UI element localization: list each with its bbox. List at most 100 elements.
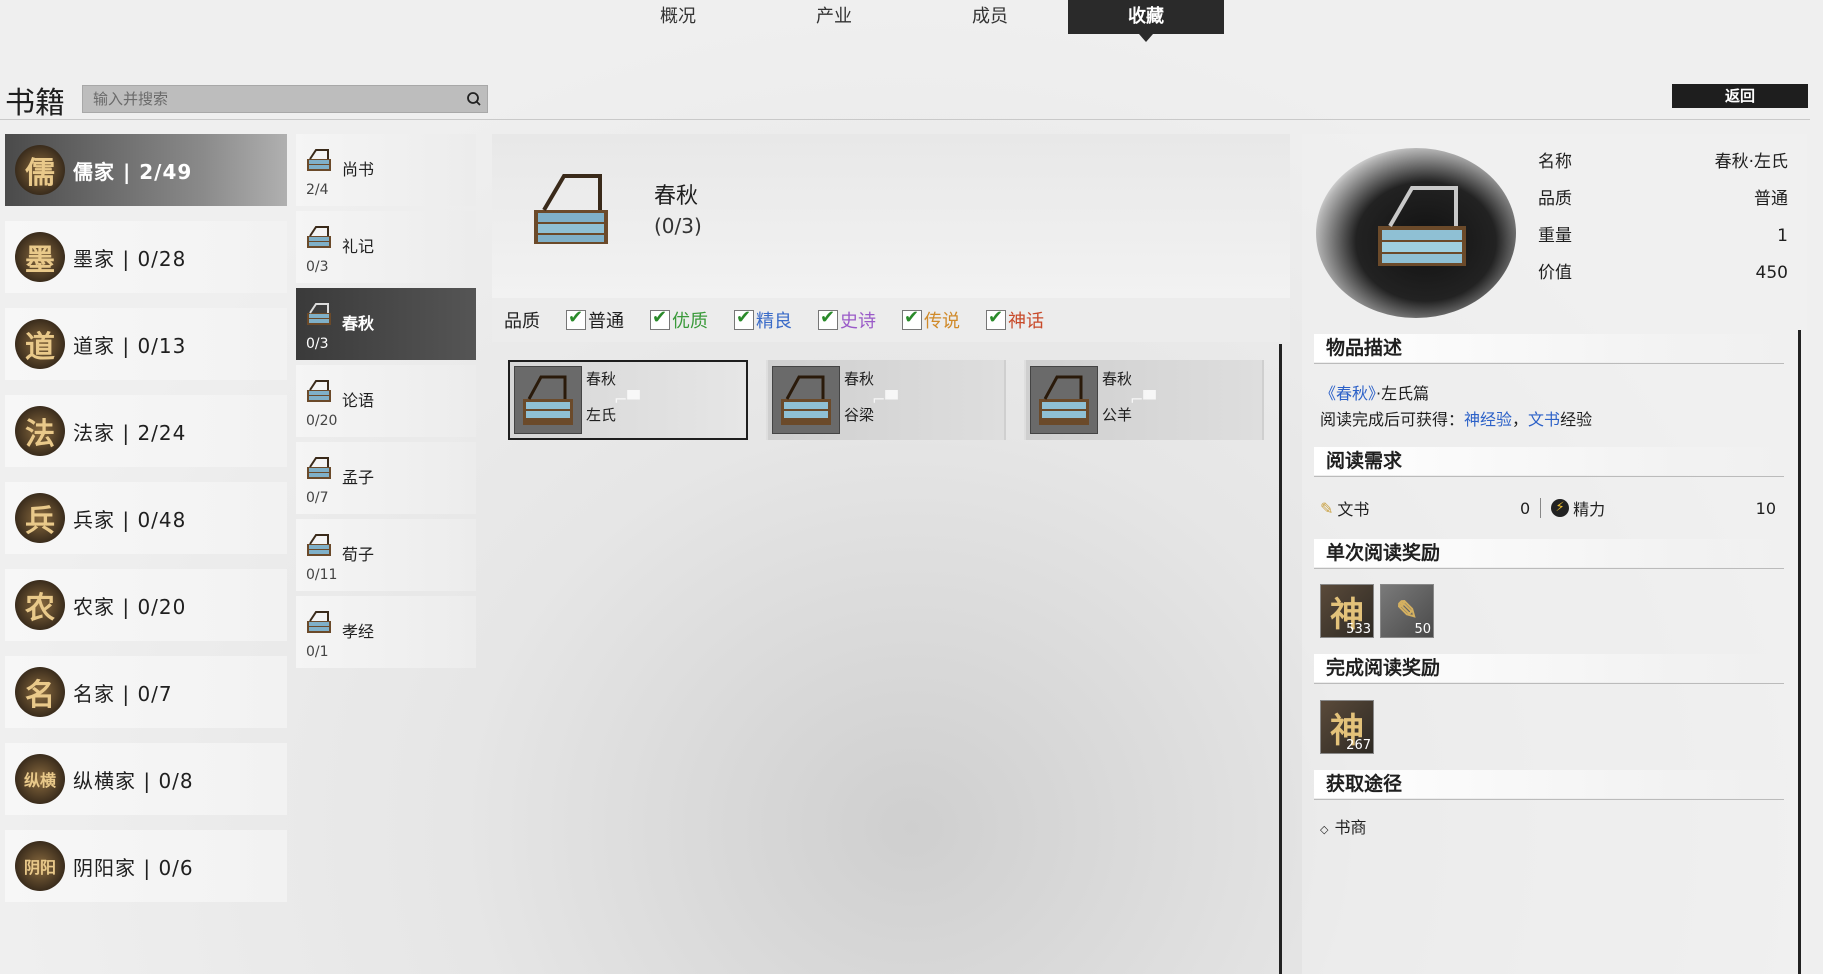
quality-filter-fine[interactable]: 优质	[650, 307, 708, 333]
school-item[interactable]: 墨墨家 | 0/28	[5, 221, 287, 293]
school-emblem-icon: 道	[15, 319, 65, 369]
school-item[interactable]: 道道家 | 0/13	[5, 308, 287, 380]
quality-filter-common[interactable]: 普通	[566, 307, 624, 333]
bookcase-thumbnail-icon	[1030, 366, 1098, 434]
prop-row: 品质 普通	[1538, 181, 1788, 218]
req-value: 10	[1755, 498, 1777, 518]
prop-key: 重量	[1538, 226, 1572, 246]
top-tab-bar: 概况 产业 成员 收藏	[600, 0, 1224, 42]
quality-filter-label: 史诗	[840, 311, 876, 332]
book-item[interactable]: 春秋 0/3	[296, 288, 476, 360]
book-name: 春秋	[342, 314, 375, 333]
school-emblem-icon: 兵	[15, 493, 65, 543]
search-icon[interactable]	[461, 86, 487, 112]
book-item[interactable]: 孟子 0/7	[296, 442, 476, 514]
book-name: 尚书	[342, 160, 375, 179]
volume-name: 公羊	[1102, 406, 1133, 424]
quality-filter-label: 普通	[588, 311, 624, 332]
quality-filter-epic[interactable]: 史诗	[818, 307, 876, 333]
checkbox[interactable]	[902, 307, 922, 330]
school-item[interactable]: 法法家 | 2/24	[5, 395, 287, 467]
tab-collection[interactable]: 收藏	[1068, 0, 1224, 42]
book-item[interactable]: 孝经 0/1	[296, 596, 476, 668]
desc-text: 阅读完成后可获得：	[1320, 410, 1465, 429]
book-count: 0/1	[306, 644, 329, 660]
book-count: 0/7	[306, 490, 329, 506]
book-item[interactable]: 荀子 0/11	[296, 519, 476, 591]
prop-row: 名称 春秋·左氏	[1538, 144, 1788, 181]
tab-members[interactable]: 成员	[912, 0, 1068, 34]
prop-key: 价值	[1538, 263, 1572, 283]
volume-title: 春秋	[586, 370, 617, 388]
checkbox[interactable]	[650, 307, 670, 330]
source-label: 书商	[1334, 818, 1367, 837]
quality-filter-superior[interactable]: 精良	[734, 307, 792, 333]
volume-card[interactable]: 春秋 ⌐▀ 公羊	[1024, 360, 1264, 440]
diamond-bullet-icon: ◇	[1320, 823, 1329, 836]
scrollbar[interactable]	[1798, 330, 1801, 974]
prop-row: 价值 450	[1538, 255, 1788, 292]
school-list: 儒儒家 | 2/49 墨墨家 | 0/28 道道家 | 0/13 法法家 | 2…	[5, 134, 287, 917]
prop-value: 450	[1755, 263, 1788, 283]
school-item[interactable]: 农农家 | 0/20	[5, 569, 287, 641]
book-list: 尚书 2/4 礼记 0/3 春秋 0/3 论语 0/20 孟子 0/7 荀子 0/11 孝经…	[296, 134, 476, 673]
school-label: 纵横家 | 0/8	[73, 768, 194, 793]
tab-overview[interactable]: 概况	[600, 0, 756, 34]
reward-amount: 50	[1414, 622, 1431, 637]
ink-bird-icon: ⌐▀	[614, 390, 640, 409]
book-item[interactable]: 尚书 2/4	[296, 134, 476, 206]
writing-skill-icon: ✎	[1320, 498, 1334, 518]
reward-amount: 267	[1346, 738, 1371, 753]
scrollbar[interactable]	[1279, 344, 1282, 974]
school-label: 名家 | 0/7	[73, 681, 173, 706]
back-button[interactable]: 返回	[1672, 84, 1808, 108]
quality-filter-label: 精良	[756, 311, 792, 332]
exp-link[interactable]: 神经验	[1464, 410, 1512, 429]
ink-bird-icon: ⌐▀	[872, 390, 898, 409]
spirit-exp-reward-icon[interactable]: 神 267	[1320, 700, 1374, 754]
section-divider	[1314, 683, 1784, 684]
search-input[interactable]	[83, 87, 461, 111]
book-name: 荀子	[342, 545, 375, 564]
volume-card[interactable]: 春秋 ⌐▀ 谷梁	[766, 360, 1006, 440]
school-item[interactable]: 阴阳 阴阳家 | 0/6	[5, 830, 287, 902]
checkbox[interactable]	[566, 307, 586, 330]
school-item[interactable]: 儒儒家 | 2/49	[5, 134, 287, 206]
source-item: ◇ 书商	[1320, 814, 1366, 838]
volume-card[interactable]: 春秋 ⌐▀ 左氏	[508, 360, 748, 440]
school-emblem-icon: 阴阳	[15, 841, 65, 891]
bookcase-thumbnail-icon	[772, 366, 840, 434]
req-value: 0	[1519, 498, 1531, 518]
quality-filter-label: 传说	[924, 311, 960, 332]
section-description: 物品描述	[1314, 334, 1796, 362]
school-item[interactable]: 纵横 纵横家 | 0/8	[5, 743, 287, 815]
school-label: 道家 | 0/13	[73, 333, 187, 358]
school-label: 法家 | 2/24	[73, 420, 187, 445]
section-divider	[1314, 568, 1784, 569]
tab-industry[interactable]: 产业	[756, 0, 912, 34]
volume-name: 左氏	[586, 406, 617, 424]
school-item[interactable]: 兵兵家 | 0/48	[5, 482, 287, 554]
school-label: 墨家 | 0/28	[73, 246, 187, 271]
checkbox[interactable]	[986, 307, 1006, 330]
bookcase-icon	[307, 303, 331, 325]
writing-exp-reward-icon[interactable]: ✎ 50	[1380, 584, 1434, 638]
desc-text: ，	[1512, 410, 1529, 429]
checkbox[interactable]	[734, 307, 754, 330]
quality-filter-mythic[interactable]: 神话	[986, 307, 1044, 333]
book-item[interactable]: 礼记 0/3	[296, 211, 476, 283]
skill-link[interactable]: 文书	[1528, 410, 1560, 429]
school-emblem-icon: 农	[15, 580, 65, 630]
search-bar	[82, 85, 488, 113]
quality-filter-legendary[interactable]: 传说	[902, 307, 960, 333]
school-emblem-icon: 纵横	[15, 754, 65, 804]
book-item[interactable]: 论语 0/20	[296, 365, 476, 437]
section-single-read-reward: 单次阅读奖励	[1314, 539, 1796, 567]
school-item[interactable]: 名名家 | 0/7	[5, 656, 287, 728]
bookcase-icon	[307, 226, 331, 248]
book-name: 论语	[342, 391, 375, 410]
book-link[interactable]: 《春秋》	[1320, 384, 1376, 403]
checkbox[interactable]	[818, 307, 838, 330]
spirit-exp-reward-icon[interactable]: 神 533	[1320, 584, 1374, 638]
quality-filter-label: 神话	[1008, 311, 1044, 332]
